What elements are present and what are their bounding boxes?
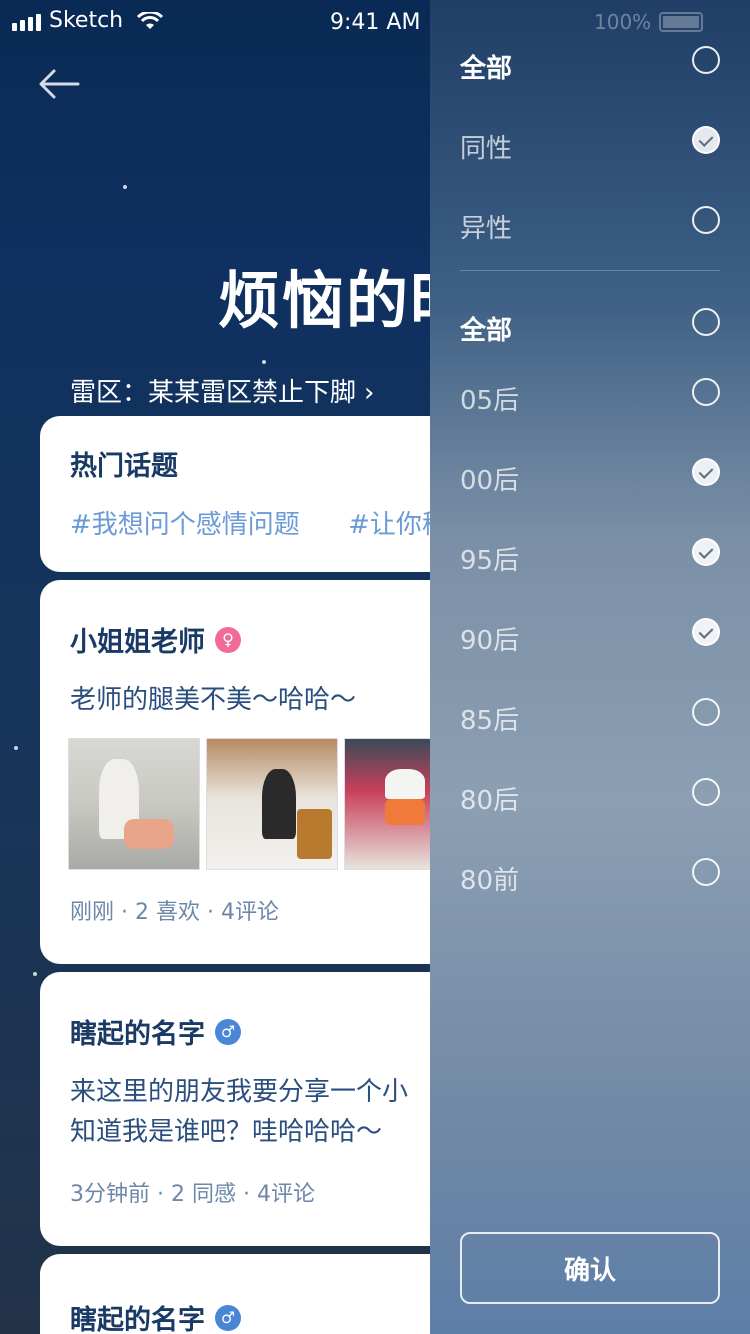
radio-unchecked-icon[interactable] [692, 46, 720, 74]
option-label: 异性 [460, 214, 513, 244]
divider [460, 270, 720, 271]
post-author: 瞎起的名字 ♂ [70, 1012, 241, 1051]
option-label: 全部 [460, 54, 513, 84]
option-label: 85后 [460, 706, 520, 736]
male-icon: ♂ [215, 1018, 241, 1045]
author-name: 小姐姐老师 [70, 627, 205, 658]
filter-option-same-gender[interactable]: 同性 [460, 126, 720, 166]
option-label: 90后 [460, 626, 520, 656]
radio-checked-icon[interactable] [692, 618, 720, 646]
hot-topics-tags: #我想问个感情问题 #让你秘 [70, 504, 488, 541]
radio-unchecked-icon[interactable] [692, 778, 720, 806]
status-time: 9:41 AM [330, 10, 421, 35]
filter-option-age[interactable]: 90后 [460, 618, 720, 658]
post-image[interactable] [206, 738, 338, 870]
status-bar: Sketch 9:41 AM 100% [0, 0, 750, 44]
filter-option-opposite-gender[interactable]: 异性 [460, 206, 720, 246]
post-images [68, 738, 476, 870]
radio-unchecked-icon[interactable] [692, 206, 720, 234]
post-content-line: 来这里的朋友我要分享一个小 [70, 1077, 409, 1107]
chevron-right-icon: › [364, 378, 375, 408]
star-decoration [262, 360, 266, 364]
topic-tag[interactable]: #我想问个感情问题 [70, 510, 300, 540]
star-decoration [33, 972, 37, 976]
status-right: 100% [594, 10, 704, 34]
confirm-button[interactable]: 确认 [460, 1232, 720, 1304]
filter-option-age[interactable]: 80后 [460, 778, 720, 818]
radio-unchecked-icon[interactable] [692, 858, 720, 886]
hot-topics-title: 热门话题 [70, 451, 178, 482]
female-icon: ♀ [215, 626, 241, 653]
rule-link-label: 雷区：某某雷区禁止下脚 [70, 378, 357, 408]
filter-option-age[interactable]: 80前 [460, 858, 720, 898]
option-label: 80后 [460, 786, 520, 816]
filter-drawer: 全部 同性 异性 全部 05后 00后 95后 90后 85后 80后 80前 [430, 0, 750, 1334]
filter-option-age[interactable]: 85后 [460, 698, 720, 738]
filter-option-age-all[interactable]: 全部 [460, 308, 720, 348]
option-label: 同性 [460, 134, 513, 164]
post-meta: 3分钟前 · 2 同感 · 4评论 [70, 1182, 315, 1207]
option-label: 全部 [460, 316, 513, 346]
battery-percent: 100% [594, 10, 652, 34]
post-author: 小姐姐老师 ♀ [70, 620, 241, 659]
wifi-icon [137, 11, 164, 29]
post-meta: 刚刚 · 2 喜欢 · 4评论 [70, 900, 279, 925]
battery-icon [659, 12, 704, 32]
filter-option-age[interactable]: 00后 [460, 458, 720, 498]
post-image[interactable] [68, 738, 200, 870]
option-label: 80前 [460, 866, 520, 896]
star-decoration [14, 746, 18, 750]
male-icon: ♂ [215, 1304, 241, 1331]
option-label: 00后 [460, 466, 520, 496]
rule-link[interactable]: 雷区：某某雷区禁止下脚 › [70, 372, 374, 409]
radio-unchecked-icon[interactable] [692, 698, 720, 726]
post-author: 瞎起的名字 ♂ [70, 1298, 241, 1334]
back-arrow-icon[interactable] [38, 66, 82, 102]
star-decoration [123, 185, 127, 189]
filter-option-age[interactable]: 05后 [460, 378, 720, 418]
signal-icon [12, 11, 41, 31]
radio-unchecked-icon[interactable] [692, 308, 720, 336]
author-name: 瞎起的名字 [70, 1305, 205, 1334]
author-name: 瞎起的名字 [70, 1019, 205, 1050]
carrier-label: Sketch [49, 8, 124, 33]
filter-option-age[interactable]: 95后 [460, 538, 720, 578]
filter-option-gender-all[interactable]: 全部 [460, 46, 720, 86]
option-label: 05后 [460, 386, 520, 416]
post-content: 老师的腿美不美～哈哈～ [70, 685, 357, 715]
option-label: 95后 [460, 546, 520, 576]
radio-checked-icon[interactable] [692, 126, 720, 154]
radio-checked-icon[interactable] [692, 538, 720, 566]
status-left: Sketch [12, 8, 164, 33]
radio-checked-icon[interactable] [692, 458, 720, 486]
radio-unchecked-icon[interactable] [692, 378, 720, 406]
post-content-line: 知道我是谁吧？哇哈哈哈～ [70, 1117, 383, 1147]
